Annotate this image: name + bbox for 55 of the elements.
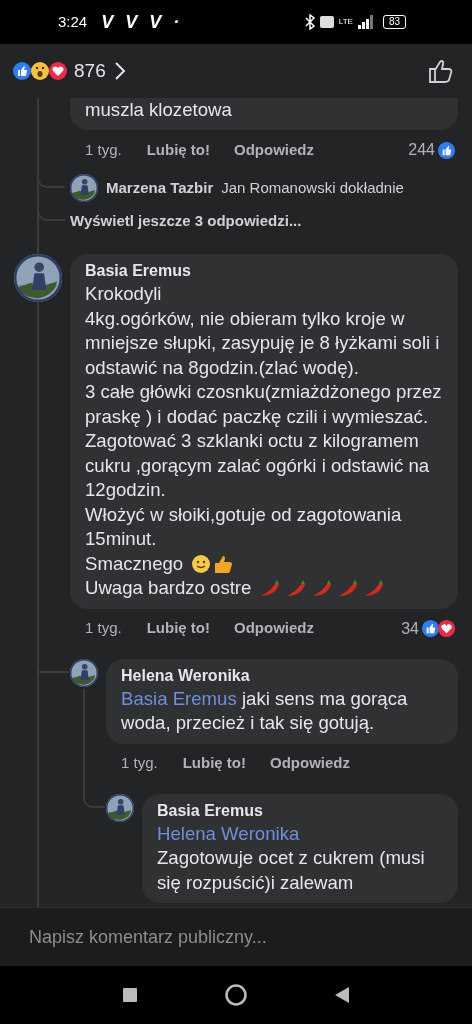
smiley-icon	[191, 553, 212, 574]
comment-text: Zagotować 3 szklanki octu z kilogramem cukru ,gorącym zalać ogórki i odstawić na 12godzin.	[85, 429, 431, 502]
network-label: LTE	[338, 18, 353, 26]
chevron-right-icon[interactable]	[113, 61, 126, 81]
comment-text: Włożyć w słoiki,gotuje od zagotowania 15minut.	[85, 502, 403, 551]
clock: 3:24	[58, 11, 88, 32]
mention-link[interactable]: Helena Weronika	[157, 822, 300, 844]
bluetooth-icon	[304, 14, 315, 30]
comment-time: 1 tyg.	[85, 618, 122, 639]
author-name[interactable]: Marzena Tazbir	[106, 176, 214, 200]
comment-text: 4kg.ogórków, nie obieram tylko kroje w mniejsze słupki, zasypuję je 8 łyżkami soli i odstawić na 8godzin.(zlać wodę).	[85, 306, 441, 380]
avatar-image	[70, 658, 98, 687]
love-reaction-icon	[437, 619, 456, 638]
battery-indicator: 83	[382, 15, 406, 29]
notification-icon: V	[125, 8, 138, 36]
comment-input[interactable]: Napisz komentarz publiczny...	[0, 907, 472, 966]
reaction-count[interactable]: 876	[74, 56, 106, 86]
like-icon[interactable]	[428, 58, 454, 84]
volte-icon	[319, 16, 334, 28]
author-name[interactable]: Basia Eremus	[157, 799, 443, 821]
comment-text: Zagotowuje ocet z cukrem (musi się rozpuścić)i zalewam	[157, 846, 426, 895]
author-name[interactable]: Helena Weronika	[121, 664, 443, 686]
avatar-image	[106, 793, 134, 822]
reply-preview[interactable]: Jan Romanowski dokładnie	[221, 176, 404, 200]
reply-link[interactable]: Odpowiedz	[234, 617, 314, 640]
comment-text: Basia Eremus jaki sens ma gorąca woda, przecież i tak się gotują.	[121, 686, 409, 735]
notification-icon: ·	[173, 8, 180, 36]
reaction-count[interactable]: 34	[401, 616, 419, 641]
comment-time: 1 tyg.	[85, 139, 122, 160]
comment-text: Uwaga bardzo ostre	[85, 576, 252, 600]
mention-link[interactable]: Basia Eremus	[121, 687, 237, 709]
view-more-replies-link[interactable]: Wyświetl jeszcze 3 odpowiedzi...	[70, 209, 302, 233]
like-link[interactable]: Lubię to!	[182, 752, 246, 775]
reaction-count[interactable]: 244	[408, 138, 435, 162]
reply-link[interactable]: Odpowiedz	[270, 752, 350, 775]
signal-icon	[357, 15, 374, 29]
reply-link[interactable]: Odpowiedz	[234, 138, 314, 162]
comment-text: Smacznego	[85, 551, 184, 576]
notification-icon: V	[149, 8, 162, 36]
avatar-image	[14, 254, 62, 302]
comment-text: muszla klozetowa	[85, 98, 233, 122]
author-name[interactable]: Basia Eremus	[85, 260, 443, 281]
thumbs-up-icon	[213, 553, 234, 574]
comment-time: 1 tyg.	[121, 753, 158, 774]
like-link[interactable]: Lubię to!	[146, 617, 210, 640]
reactions-icon	[12, 61, 68, 81]
like-reaction-icon	[437, 140, 456, 160]
comment-text: 3 całe główki czosnku(zmiażdżonego przez praskę ) i dodać paczkę czili i wymieszać.	[85, 380, 443, 429]
home-icon[interactable]	[225, 984, 247, 1006]
notification-icon: V	[101, 8, 114, 36]
like-link[interactable]: Lubię to!	[146, 138, 210, 162]
comment-text: Krokodyli	[85, 282, 163, 306]
back-icon[interactable]	[335, 987, 349, 1003]
like-reaction-icon	[421, 619, 440, 638]
avatar-image	[70, 174, 98, 202]
